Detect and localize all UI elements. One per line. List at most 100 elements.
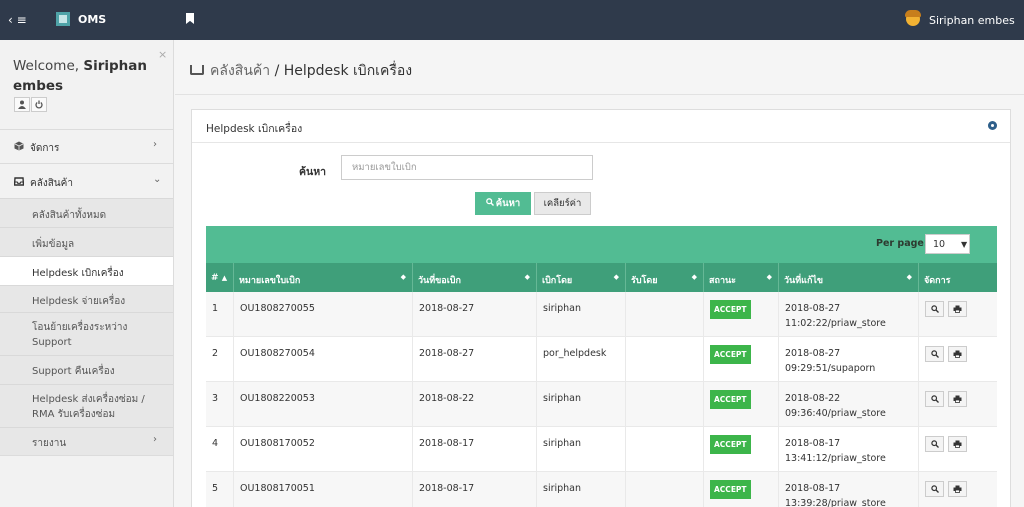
column-header-request-date[interactable]: วันที่ขอเบิก ◆ xyxy=(412,263,536,292)
cell-no: 3 xyxy=(212,393,219,404)
menu-item-warehouse[interactable]: คลังสินค้า xyxy=(13,176,73,191)
modified-date: 2018-08-27 xyxy=(785,348,841,359)
column-header-received-by[interactable]: รับโดย ◆ xyxy=(625,263,703,292)
sidebar-item-all-warehouse[interactable]: คลังสินค้าทั้งหมด xyxy=(0,198,173,227)
menu-item-warehouse-label: คลังสินค้า xyxy=(30,178,73,189)
print-button[interactable] xyxy=(948,436,967,452)
column-header-label: วันที่ขอเบิก xyxy=(418,276,461,286)
cell-date: 2018-08-27 xyxy=(412,292,536,337)
breadcrumb-warehouse[interactable]: คลังสินค้า xyxy=(210,63,270,79)
column-header-requested-by[interactable]: เบิกโดย ◆ xyxy=(536,263,625,292)
view-button[interactable] xyxy=(925,301,944,317)
table-header: # ▲ หมายเลขใบเบิก ◆ วันที่ขอเบิก ◆ เบิกโดย… xyxy=(206,263,997,292)
column-header-modified-date[interactable]: วันที่แก้ไข ◆ xyxy=(778,263,918,292)
cell-by: siriphan xyxy=(536,472,625,507)
sidebar-item-label: เพิ่มข้อมูล xyxy=(32,239,75,250)
brand-name[interactable]: OMS xyxy=(78,13,106,26)
print-button[interactable] xyxy=(948,391,967,407)
column-header-status[interactable]: สถานะ ◆ xyxy=(703,263,778,292)
power-icon[interactable] xyxy=(31,97,47,112)
sidebar-item-label: Support xyxy=(32,337,72,348)
print-button[interactable] xyxy=(948,481,967,497)
view-button[interactable] xyxy=(925,481,944,497)
column-header-label: เบิกโดย xyxy=(542,276,573,286)
column-header-label: รับโดย xyxy=(631,276,658,286)
actions-cell xyxy=(918,337,997,382)
print-icon xyxy=(953,440,962,448)
status-cell: ACCEPT xyxy=(703,382,778,427)
actions-cell xyxy=(918,382,997,427)
menu-item-manage[interactable]: จัดการ xyxy=(14,141,59,156)
sidebar-item-report[interactable]: รายงาน xyxy=(0,427,173,455)
status-cell: ACCEPT xyxy=(703,472,778,507)
clear-button[interactable]: เคลียร์ค่า xyxy=(534,192,591,215)
sidebar-item-label: RMA รับเครื่องซ่อม xyxy=(32,409,116,420)
divider xyxy=(175,94,1024,95)
search-input[interactable] xyxy=(341,155,593,180)
print-icon xyxy=(953,305,962,313)
print-button[interactable] xyxy=(948,301,967,317)
sidebar-item-add-data[interactable]: เพิ่มข้อมูล xyxy=(0,227,173,256)
column-header-label: # xyxy=(211,273,219,283)
modified-date: 2018-08-17 xyxy=(785,483,841,494)
column-header-doc-no[interactable]: หมายเลขใบเบิก ◆ xyxy=(233,263,412,292)
panel-title: Helpdesk เบิกเครื่อง xyxy=(206,123,303,135)
modified-detail: 11:02:22/priaw_store xyxy=(785,318,886,329)
sidebar-item-label: คลังสินค้าทั้งหมด xyxy=(32,210,107,221)
column-header-label: หมายเลขใบเบิก xyxy=(239,276,301,286)
cube-icon xyxy=(14,141,24,154)
sidebar-item-label: Helpdesk จ่ายเครื่อง xyxy=(32,296,126,307)
view-button[interactable] xyxy=(925,391,944,407)
divider xyxy=(0,129,173,130)
sort-icon: ◆ xyxy=(906,273,912,281)
cell-date: 2018-08-27 xyxy=(412,337,536,382)
search-icon xyxy=(930,440,939,448)
modified-detail: 09:36:40/priaw_store xyxy=(785,408,886,419)
sidebar-item-helpdesk-dispense[interactable]: Helpdesk จ่ายเครื่อง xyxy=(0,285,173,312)
profile-user-icon[interactable] xyxy=(14,97,30,112)
bookmark-icon[interactable] xyxy=(186,13,194,24)
sidebar-item-repair-rma[interactable]: Helpdesk ส่งเครื่องซ่อม / RMA รับเครื่องซ… xyxy=(0,384,173,427)
actions-cell xyxy=(918,472,997,507)
view-button[interactable] xyxy=(925,346,944,362)
close-icon[interactable]: × xyxy=(158,48,167,61)
table-toolbar: Per page: 10 ▼ xyxy=(206,226,997,263)
sidebar-item-support-return[interactable]: Support คืนเครื่อง xyxy=(0,355,173,384)
top-navbar: ‹ ≡ OMS Siriphan embes xyxy=(0,0,1024,40)
view-button[interactable] xyxy=(925,436,944,452)
print-button[interactable] xyxy=(948,346,967,362)
search-icon xyxy=(485,198,496,209)
cell-date: 2018-08-17 xyxy=(412,472,536,507)
search-button-label: ค้นหา xyxy=(495,198,521,209)
modified-date: 2018-08-22 xyxy=(785,393,841,404)
column-header-label: วันที่แก้ไข xyxy=(784,276,824,286)
main-content: คลังสินค้า / Helpdesk เบิกเครื่อง Helpde… xyxy=(175,40,1024,507)
per-page-label: Per page: xyxy=(876,238,928,249)
chevron-right-icon: › xyxy=(153,434,157,445)
status-badge: ACCEPT xyxy=(710,390,751,409)
inbox-icon xyxy=(13,177,25,189)
sidebar-item-transfer-support[interactable]: โอนย้ายเครื่องระหว่าง Support xyxy=(0,312,173,355)
divider xyxy=(0,455,173,456)
actions-cell xyxy=(918,292,997,337)
search-label: ค้นหา xyxy=(299,166,327,178)
user-avatar-icon[interactable] xyxy=(905,10,921,26)
column-header-no[interactable]: # ▲ xyxy=(206,263,233,292)
search-icon xyxy=(930,350,939,358)
sidebar-item-label: รายงาน xyxy=(32,438,67,449)
search-button[interactable]: ค้นหา xyxy=(475,192,531,215)
cell-no: 1 xyxy=(212,303,219,314)
welcome-name-first: Siriphan xyxy=(83,58,147,74)
menu-item-manage-label: จัดการ xyxy=(30,143,60,154)
user-name[interactable]: Siriphan embes xyxy=(929,14,1015,27)
per-page-value: 10 xyxy=(933,239,946,250)
per-page-select[interactable]: 10 ▼ xyxy=(925,234,970,254)
chevron-down-icon: ⌄ xyxy=(153,174,162,185)
sidebar-item-helpdesk-requisition[interactable]: Helpdesk เบิกเครื่อง xyxy=(0,256,173,285)
page-title: คลังสินค้า / Helpdesk เบิกเครื่อง xyxy=(190,60,412,82)
status-badge: ACCEPT xyxy=(710,435,751,454)
gear-icon[interactable] xyxy=(988,121,997,130)
sidebar-toggle-icon[interactable]: ‹ ≡ xyxy=(8,13,27,27)
panel-header: Helpdesk เบิกเครื่อง xyxy=(192,110,1010,143)
status-cell: ACCEPT xyxy=(703,292,778,337)
